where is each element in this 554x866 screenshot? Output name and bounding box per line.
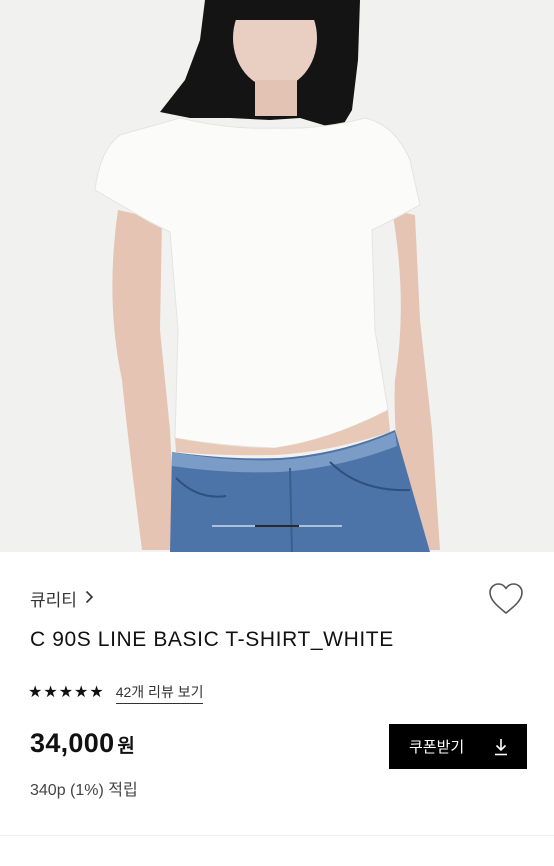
product-photo-illustration: [0, 0, 554, 552]
wishlist-heart-icon[interactable]: [488, 582, 524, 616]
star-filled-icon: ★: [28, 684, 43, 701]
section-divider: [0, 835, 554, 836]
reward-points: 340p (1%) 적립: [30, 782, 138, 799]
product-title: C 90S LINE BASIC T-SHIRT_WHITE: [30, 628, 394, 651]
chevron-right-icon: [85, 589, 94, 607]
product-image[interactable]: [0, 0, 554, 552]
brand-name: 큐리티: [30, 590, 77, 610]
star-filled-icon: ★: [58, 684, 74, 701]
star-filled-icon: ★: [43, 684, 58, 701]
coupon-download-button[interactable]: 쿠폰받기: [389, 724, 527, 769]
gallery-indicator-active: [255, 525, 299, 527]
gallery-indicator: [212, 525, 342, 527]
star-filled-icon: ★: [89, 684, 104, 701]
review-link[interactable]: 42개 리뷰 보기: [115, 682, 204, 704]
brand-link[interactable]: 큐리티: [30, 586, 94, 610]
price-currency: 원: [117, 736, 135, 757]
rating-stars: ★ ★ ★ ★ ★: [28, 685, 104, 701]
price-row: 34,000 원: [30, 728, 135, 759]
rating-row: ★ ★ ★ ★ ★ 42개 리뷰 보기: [28, 682, 204, 704]
coupon-button-label: 쿠폰받기: [409, 739, 465, 756]
download-icon: [495, 738, 507, 755]
price-value: 34,000: [30, 728, 115, 758]
star-filled-icon: ★: [74, 684, 89, 701]
